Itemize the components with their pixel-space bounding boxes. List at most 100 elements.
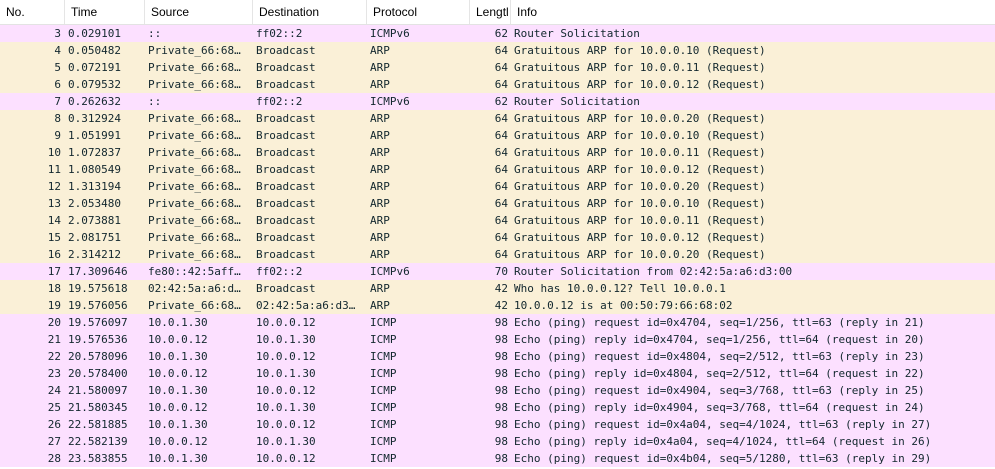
packet-info: Gratuitous ARP for 10.0.0.20 (Request) — [514, 112, 766, 125]
packet-protocol: ARP — [370, 44, 390, 57]
packet-row[interactable]: 13 2.053480 Private_66:68… Broadcast ARP 64 Gr… — [0, 195, 995, 212]
packet-time: 22.582139 — [68, 435, 128, 448]
packet-row[interactable]: 25 21.580345 10.0.0.12 10.0.1.30 ICMP 98 Echo … — [0, 399, 995, 416]
column-header-destination[interactable]: Destination — [253, 0, 367, 24]
packet-destination: 10.0.0.12 — [256, 452, 316, 465]
column-header-protocol[interactable]: Protocol — [367, 0, 470, 24]
packet-info: Echo (ping) reply id=0x4804, seq=2/512, … — [514, 367, 925, 380]
packet-no: 17 — [47, 265, 61, 278]
packet-source: 10.0.0.12 — [148, 333, 208, 346]
packet-info: 10.0.0.12 is at 00:50:79:66:68:02 — [514, 299, 733, 312]
packet-protocol: ARP — [370, 197, 390, 210]
packet-protocol: ARP — [370, 163, 390, 176]
packet-row[interactable]: 14 2.073881 Private_66:68… Broadcast ARP 64 Gr… — [0, 212, 995, 229]
packet-source: 02:42:5a:a6:d… — [148, 282, 241, 295]
packet-info: Echo (ping) reply id=0x4904, seq=3/768, … — [514, 401, 925, 414]
packet-length: 64 — [494, 78, 508, 91]
packet-row[interactable]: 5 0.072191 Private_66:68… Broadcast ARP 64 Gra… — [0, 59, 995, 76]
packet-source: 10.0.0.12 — [148, 367, 208, 380]
packet-no: 18 — [47, 282, 61, 295]
packet-source: Private_66:68… — [148, 197, 241, 210]
packet-length: 64 — [494, 44, 508, 57]
packet-destination: Broadcast — [256, 112, 316, 125]
packet-row[interactable]: 7 0.262632:: ff02::2 ICMPv6 62 Router Solicit… — [0, 93, 995, 110]
column-header-source[interactable]: Source — [145, 0, 253, 24]
packet-row[interactable]: 21 19.576536 10.0.0.12 10.0.1.30 ICMP 98 Echo … — [0, 331, 995, 348]
packet-no: 26 — [47, 418, 61, 431]
packet-source: 10.0.0.12 — [148, 435, 208, 448]
packet-row[interactable]: 23 20.578400 10.0.0.12 10.0.1.30 ICMP 98 Echo … — [0, 365, 995, 382]
packet-row[interactable]: 28 23.583855 10.0.1.30 10.0.0.12 ICMP 98 Echo … — [0, 450, 995, 467]
packet-protocol: ICMP — [370, 333, 397, 346]
column-header-time[interactable]: Time — [65, 0, 145, 24]
column-header-info[interactable]: Info — [511, 0, 995, 24]
packet-destination: Broadcast — [256, 197, 316, 210]
packet-source: Private_66:68… — [148, 214, 241, 227]
packet-protocol: ICMP — [370, 367, 397, 380]
packet-length: 64 — [494, 146, 508, 159]
packet-row[interactable]: 16 2.314212 Private_66:68… Broadcast ARP 64 Gr… — [0, 246, 995, 263]
packet-time: 1.080549 — [68, 163, 121, 176]
packet-info: Gratuitous ARP for 10.0.0.11 (Request) — [514, 146, 766, 159]
packet-info: Router Solicitation — [514, 27, 640, 40]
packet-no: 28 — [47, 452, 61, 465]
packet-row[interactable]: 20 19.576097 10.0.1.30 10.0.0.12 ICMP 98 Echo … — [0, 314, 995, 331]
packet-source: 10.0.1.30 — [148, 316, 208, 329]
packet-row[interactable]: 4 0.050482 Private_66:68… Broadcast ARP 64 Gra… — [0, 42, 995, 59]
packet-row[interactable]: 26 22.581885 10.0.1.30 10.0.0.12 ICMP 98 Echo … — [0, 416, 995, 433]
packet-info: Gratuitous ARP for 10.0.0.10 (Request) — [514, 129, 766, 142]
packet-protocol: ICMPv6 — [370, 95, 410, 108]
packet-destination: 10.0.1.30 — [256, 401, 316, 414]
packet-no: 19 — [47, 299, 61, 312]
column-header-length[interactable]: Lengtl — [470, 0, 511, 24]
packet-no: 24 — [47, 384, 61, 397]
packet-protocol: ARP — [370, 231, 390, 244]
packet-time: 20.578096 — [68, 350, 128, 363]
packet-row[interactable]: 9 1.051991 Private_66:68… Broadcast ARP 64 Gra… — [0, 127, 995, 144]
packet-info: Gratuitous ARP for 10.0.0.11 (Request) — [514, 61, 766, 74]
packet-destination: Broadcast — [256, 78, 316, 91]
packet-destination: 10.0.1.30 — [256, 367, 316, 380]
packet-protocol: ICMP — [370, 452, 397, 465]
packet-row[interactable]: 27 22.582139 10.0.0.12 10.0.1.30 ICMP 98 Echo … — [0, 433, 995, 450]
packet-length: 98 — [494, 418, 508, 431]
packet-time: 2.053480 — [68, 197, 121, 210]
packet-row[interactable]: 22 20.578096 10.0.1.30 10.0.0.12 ICMP 98 Echo … — [0, 348, 995, 365]
packet-row[interactable]: 12 1.313194 Private_66:68… Broadcast ARP 64 Gr… — [0, 178, 995, 195]
packet-row[interactable]: 19 19.576056 Private_66:68… 02:42:5a:a6:d3…… — [0, 297, 995, 314]
packet-destination: 02:42:5a:a6:d3… — [256, 299, 356, 312]
packet-protocol: ICMPv6 — [370, 265, 410, 278]
packet-source: fe80::42:5aff… — [148, 265, 241, 278]
packet-source: Private_66:68… — [148, 163, 241, 176]
packet-info: Gratuitous ARP for 10.0.0.12 (Request) — [514, 231, 766, 244]
packet-row[interactable]: 24 21.580097 10.0.1.30 10.0.0.12 ICMP 98 Echo … — [0, 382, 995, 399]
packet-time: 1.313194 — [68, 180, 121, 193]
packet-time: 2.073881 — [68, 214, 121, 227]
packet-row[interactable]: 18 19.575618 02:42:5a:a6:d… Broadcast ARP 42 W… — [0, 280, 995, 297]
packet-row[interactable]: 15 2.081751 Private_66:68… Broadcast ARP 64 Gr… — [0, 229, 995, 246]
packet-length: 98 — [494, 401, 508, 414]
column-header-no[interactable]: No. — [0, 0, 65, 24]
packet-row[interactable]: 3 0.029101:: ff02::2 ICMPv6 62 Router Solicit… — [0, 25, 995, 42]
packet-row[interactable]: 11 1.080549 Private_66:68… Broadcast ARP 64 Gr… — [0, 161, 995, 178]
packet-row[interactable]: 10 1.072837 Private_66:68… Broadcast ARP 64 Gr… — [0, 144, 995, 161]
packet-protocol: ICMP — [370, 401, 397, 414]
packet-row[interactable]: 8 0.312924 Private_66:68… Broadcast ARP 64 Gra… — [0, 110, 995, 127]
packet-source: 10.0.1.30 — [148, 384, 208, 397]
packet-row[interactable]: 17 17.309646 fe80::42:5aff… ff02::2 ICMPv6 70… — [0, 263, 995, 280]
packet-protocol: ARP — [370, 78, 390, 91]
packet-destination: ff02::2 — [256, 95, 303, 108]
packet-length: 98 — [494, 333, 508, 346]
packet-info: Gratuitous ARP for 10.0.0.11 (Request) — [514, 214, 766, 227]
packet-no: 13 — [47, 197, 61, 210]
packet-time: 21.580097 — [68, 384, 128, 397]
packet-row[interactable]: 6 0.079532 Private_66:68… Broadcast ARP 64 Gra… — [0, 76, 995, 93]
packet-info: Echo (ping) reply id=0x4a04, seq=4/1024,… — [514, 435, 932, 448]
packet-destination: 10.0.1.30 — [256, 435, 316, 448]
packet-source: 10.0.1.30 — [148, 418, 208, 431]
packet-destination: 10.0.0.12 — [256, 350, 316, 363]
packet-length: 62 — [494, 95, 508, 108]
packet-time: 19.576536 — [68, 333, 128, 346]
packet-destination: Broadcast — [256, 146, 316, 159]
packet-source: Private_66:68… — [148, 180, 241, 193]
